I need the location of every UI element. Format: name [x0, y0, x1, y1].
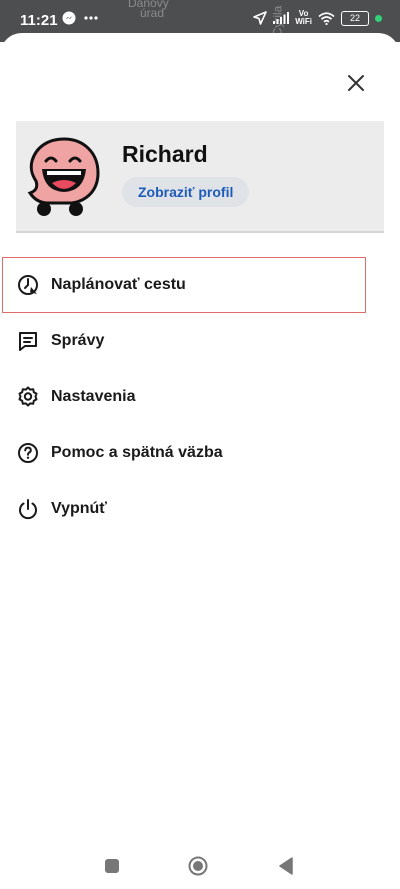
notification-icons	[62, 11, 98, 25]
system-nav-bar	[0, 840, 400, 889]
profile-name: Richard	[122, 141, 208, 167]
menu-item-label: Správy	[51, 332, 105, 349]
home-button[interactable]	[188, 856, 208, 876]
view-profile-button[interactable]: Zobraziť profil	[122, 177, 250, 207]
clock-icon	[16, 273, 40, 297]
profile-card: Richard Zobraziť profil	[16, 121, 384, 233]
battery-icon: 22	[341, 10, 369, 26]
back-button[interactable]	[276, 856, 296, 876]
menu-item-label: Nastavenia	[51, 388, 136, 405]
menu-item-settings[interactable]: Nastavenia	[0, 369, 400, 425]
screen: Daňový úrad Cyrila 11:21	[0, 0, 400, 889]
menu-item-power-off[interactable]: Vypnúť	[0, 481, 400, 537]
menu-item-label: Vypnúť	[51, 500, 107, 517]
location-arrow-icon	[253, 11, 267, 25]
recents-button[interactable]	[102, 856, 122, 876]
close-icon	[348, 75, 364, 91]
power-icon	[16, 497, 40, 521]
vowifi-bottom: WiFi	[295, 17, 312, 26]
square-icon	[105, 859, 119, 873]
menu-item-plan-route[interactable]: Naplánovať cestu	[2, 257, 366, 313]
menu-item-label: Naplánovať cestu	[51, 276, 186, 293]
more-icon	[84, 16, 98, 20]
menu-item-messages[interactable]: Správy	[0, 313, 400, 369]
avatar	[27, 137, 100, 216]
privacy-dot-icon	[375, 14, 382, 22]
wifi-icon	[318, 11, 335, 25]
gear-icon	[16, 385, 40, 409]
menu-sheet: Richard Zobraziť profil Naplánovať cestu	[0, 33, 400, 889]
menu-item-label: Pomoc a spätná väzba	[51, 444, 223, 461]
close-button[interactable]	[342, 69, 370, 97]
status-icons: Vo WiFi 22	[253, 10, 382, 26]
message-icon	[16, 329, 40, 353]
signal-icon	[273, 12, 290, 24]
status-time: 11:21	[20, 12, 58, 29]
menu-item-help[interactable]: Pomoc a spätná väzba	[0, 425, 400, 481]
help-icon	[16, 441, 40, 465]
map-label: úrad	[140, 6, 165, 20]
vowifi-icon: Vo WiFi	[295, 10, 312, 26]
home-circle-icon	[188, 856, 208, 876]
back-triangle-icon	[279, 857, 293, 875]
messenger-icon	[62, 11, 76, 25]
menu-list: Naplánovať cestu Správy Nastavenia Pomoc…	[0, 257, 400, 537]
